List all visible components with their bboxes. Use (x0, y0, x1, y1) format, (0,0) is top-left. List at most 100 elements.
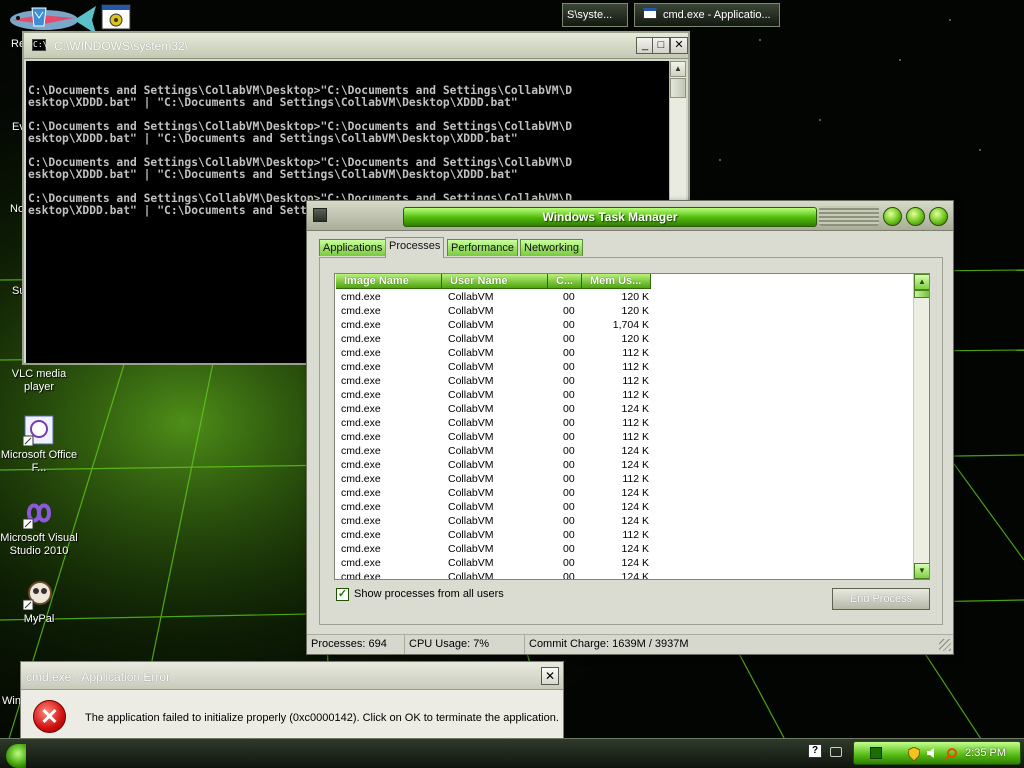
cell-mem-usage: 112 K (622, 431, 649, 443)
taskbar-button-system32[interactable]: S\syste... (562, 3, 628, 27)
column-cpu[interactable]: C... (548, 274, 582, 289)
cell-user-name: CollabVM (448, 473, 494, 485)
cell-cpu: 00 (563, 319, 575, 331)
process-list[interactable]: Image Name User Name C... Mem Us... cmd.… (334, 273, 930, 580)
cell-cpu: 00 (563, 459, 575, 471)
cell-user-name: CollabVM (448, 305, 494, 317)
cell-image-name: cmd.exe (341, 305, 381, 317)
cell-cpu: 00 (563, 431, 575, 443)
table-row[interactable]: cmd.exe CollabVM 00 124 K (335, 556, 915, 570)
tab-processes[interactable]: Processes (385, 237, 445, 258)
status-processes: Processes: 694 (307, 635, 405, 654)
window-icon (643, 8, 657, 19)
maximize-orb-icon[interactable] (906, 207, 925, 226)
column-user-name[interactable]: User Name (442, 274, 548, 289)
table-row[interactable]: cmd.exe CollabVM 00 112 K (335, 472, 915, 486)
cell-image-name: cmd.exe (341, 445, 381, 457)
help-icon[interactable]: ? (808, 744, 822, 758)
taskbar-button-cmd-error[interactable]: cmd.exe - Applicatio... (634, 3, 780, 27)
cell-image-name: cmd.exe (341, 403, 381, 415)
close-button[interactable]: ✕ (541, 667, 559, 685)
clock[interactable]: 2:35 PM (965, 747, 1006, 759)
resize-grip-icon[interactable] (939, 639, 951, 651)
process-list-scrollbar[interactable]: ▲ ▼ (913, 274, 929, 579)
tab-applications[interactable]: Applications (319, 239, 387, 256)
cell-mem-usage: 120 K (621, 291, 649, 303)
close-orb-icon[interactable] (929, 207, 948, 226)
cell-cpu: 00 (563, 389, 575, 401)
scroll-thumb[interactable] (914, 290, 929, 298)
desktop-icon-visual-studio[interactable]: Microsoft Visual Studio 2010 (0, 497, 78, 558)
desktop-icon-vlc[interactable]: VLC media player (0, 368, 78, 394)
column-image-name[interactable]: Image Name (336, 274, 442, 289)
error-icon: ✕ (33, 700, 66, 733)
cell-user-name: CollabVM (448, 487, 494, 499)
task-manager-window[interactable]: Windows Task Manager Applications Proces… (306, 200, 954, 655)
show-all-users-checkbox[interactable]: ✓ (336, 588, 349, 601)
keyboard-icon[interactable] (830, 747, 842, 757)
desktop-icon-settings-app[interactable] (100, 4, 132, 33)
column-mem-usage[interactable]: Mem Us... (582, 274, 651, 289)
table-row[interactable]: cmd.exe CollabVM 00 124 K (335, 486, 915, 500)
cell-image-name: cmd.exe (341, 459, 381, 471)
table-row[interactable]: cmd.exe CollabVM 00 112 K (335, 360, 915, 374)
minimize-orb-icon[interactable] (883, 207, 902, 226)
table-row[interactable]: cmd.exe CollabVM 00 124 K (335, 402, 915, 416)
show-all-users-label: Show processes from all users (354, 588, 504, 600)
gear-window-icon (101, 4, 131, 30)
scroll-down-icon[interactable]: ▼ (914, 563, 929, 579)
security-shield-icon[interactable] (907, 746, 921, 762)
scroll-up-icon[interactable]: ▲ (914, 274, 929, 290)
cell-user-name: CollabVM (448, 291, 494, 303)
error-dialog-title-bar[interactable]: cmd.exe - Application Error ✕ (21, 662, 563, 690)
desktop-icon-mypal[interactable]: MyPal (0, 578, 78, 626)
cell-user-name: CollabVM (448, 417, 494, 429)
table-row[interactable]: cmd.exe CollabVM 00 120 K (335, 290, 915, 304)
scroll-up-icon[interactable]: ▲ (670, 61, 686, 77)
cell-cpu: 00 (563, 291, 575, 303)
tab-networking[interactable]: Networking (520, 239, 584, 256)
cell-mem-usage: 124 K (621, 445, 649, 457)
table-row[interactable]: cmd.exe CollabVM 00 124 K (335, 570, 915, 580)
table-row[interactable]: cmd.exe CollabVM 00 112 K (335, 346, 915, 360)
cell-mem-usage: 124 K (621, 459, 649, 471)
mypal-icon (22, 578, 55, 611)
maximize-button[interactable]: □ (652, 37, 670, 54)
cell-mem-usage: 112 K (622, 347, 649, 359)
start-button[interactable] (6, 744, 26, 768)
search-icon[interactable] (944, 747, 957, 761)
cell-image-name: cmd.exe (341, 501, 381, 513)
cell-user-name: CollabVM (448, 333, 494, 345)
table-row[interactable]: cmd.exe CollabVM 00 124 K (335, 514, 915, 528)
cell-mem-usage: 112 K (622, 375, 649, 387)
table-row[interactable]: cmd.exe CollabVM 00 112 K (335, 430, 915, 444)
scroll-thumb[interactable] (670, 78, 686, 98)
desktop-icon-office[interactable]: Microsoft Office F... (0, 414, 78, 475)
cell-user-name: CollabVM (448, 431, 494, 443)
desktop-icon-recycle-bin[interactable] (26, 2, 52, 31)
end-process-button[interactable]: End Process (832, 588, 930, 610)
table-row[interactable]: cmd.exe CollabVM 00 124 K (335, 542, 915, 556)
desktop-icon-label-cut: Win (2, 695, 21, 707)
cell-cpu: 00 (563, 361, 575, 373)
table-row[interactable]: cmd.exe CollabVM 00 124 K (335, 458, 915, 472)
cell-cpu: 00 (563, 487, 575, 499)
cell-image-name: cmd.exe (341, 571, 381, 580)
volume-icon[interactable] (926, 747, 938, 759)
table-row[interactable]: cmd.exe CollabVM 00 124 K (335, 444, 915, 458)
table-row[interactable]: cmd.exe CollabVM 00 112 K (335, 374, 915, 388)
table-row[interactable]: cmd.exe CollabVM 00 112 K (335, 416, 915, 430)
tab-performance[interactable]: Performance (447, 239, 518, 256)
table-row[interactable]: cmd.exe CollabVM 00 1,704 K (335, 318, 915, 332)
cmd-title-bar[interactable]: C:\ C:\WINDOWS\system32\ _ □ ✕ (24, 33, 688, 59)
table-row[interactable]: cmd.exe CollabVM 00 112 K (335, 388, 915, 402)
table-row[interactable]: cmd.exe CollabVM 00 112 K (335, 528, 915, 542)
office-icon (22, 414, 55, 447)
cell-user-name: CollabVM (448, 459, 494, 471)
task-manager-title-bar[interactable]: Windows Task Manager (307, 201, 953, 231)
table-row[interactable]: cmd.exe CollabVM 00 120 K (335, 332, 915, 346)
close-button[interactable]: ✕ (670, 37, 688, 54)
tray-app-icon[interactable] (870, 747, 882, 759)
table-row[interactable]: cmd.exe CollabVM 00 124 K (335, 500, 915, 514)
table-row[interactable]: cmd.exe CollabVM 00 120 K (335, 304, 915, 318)
